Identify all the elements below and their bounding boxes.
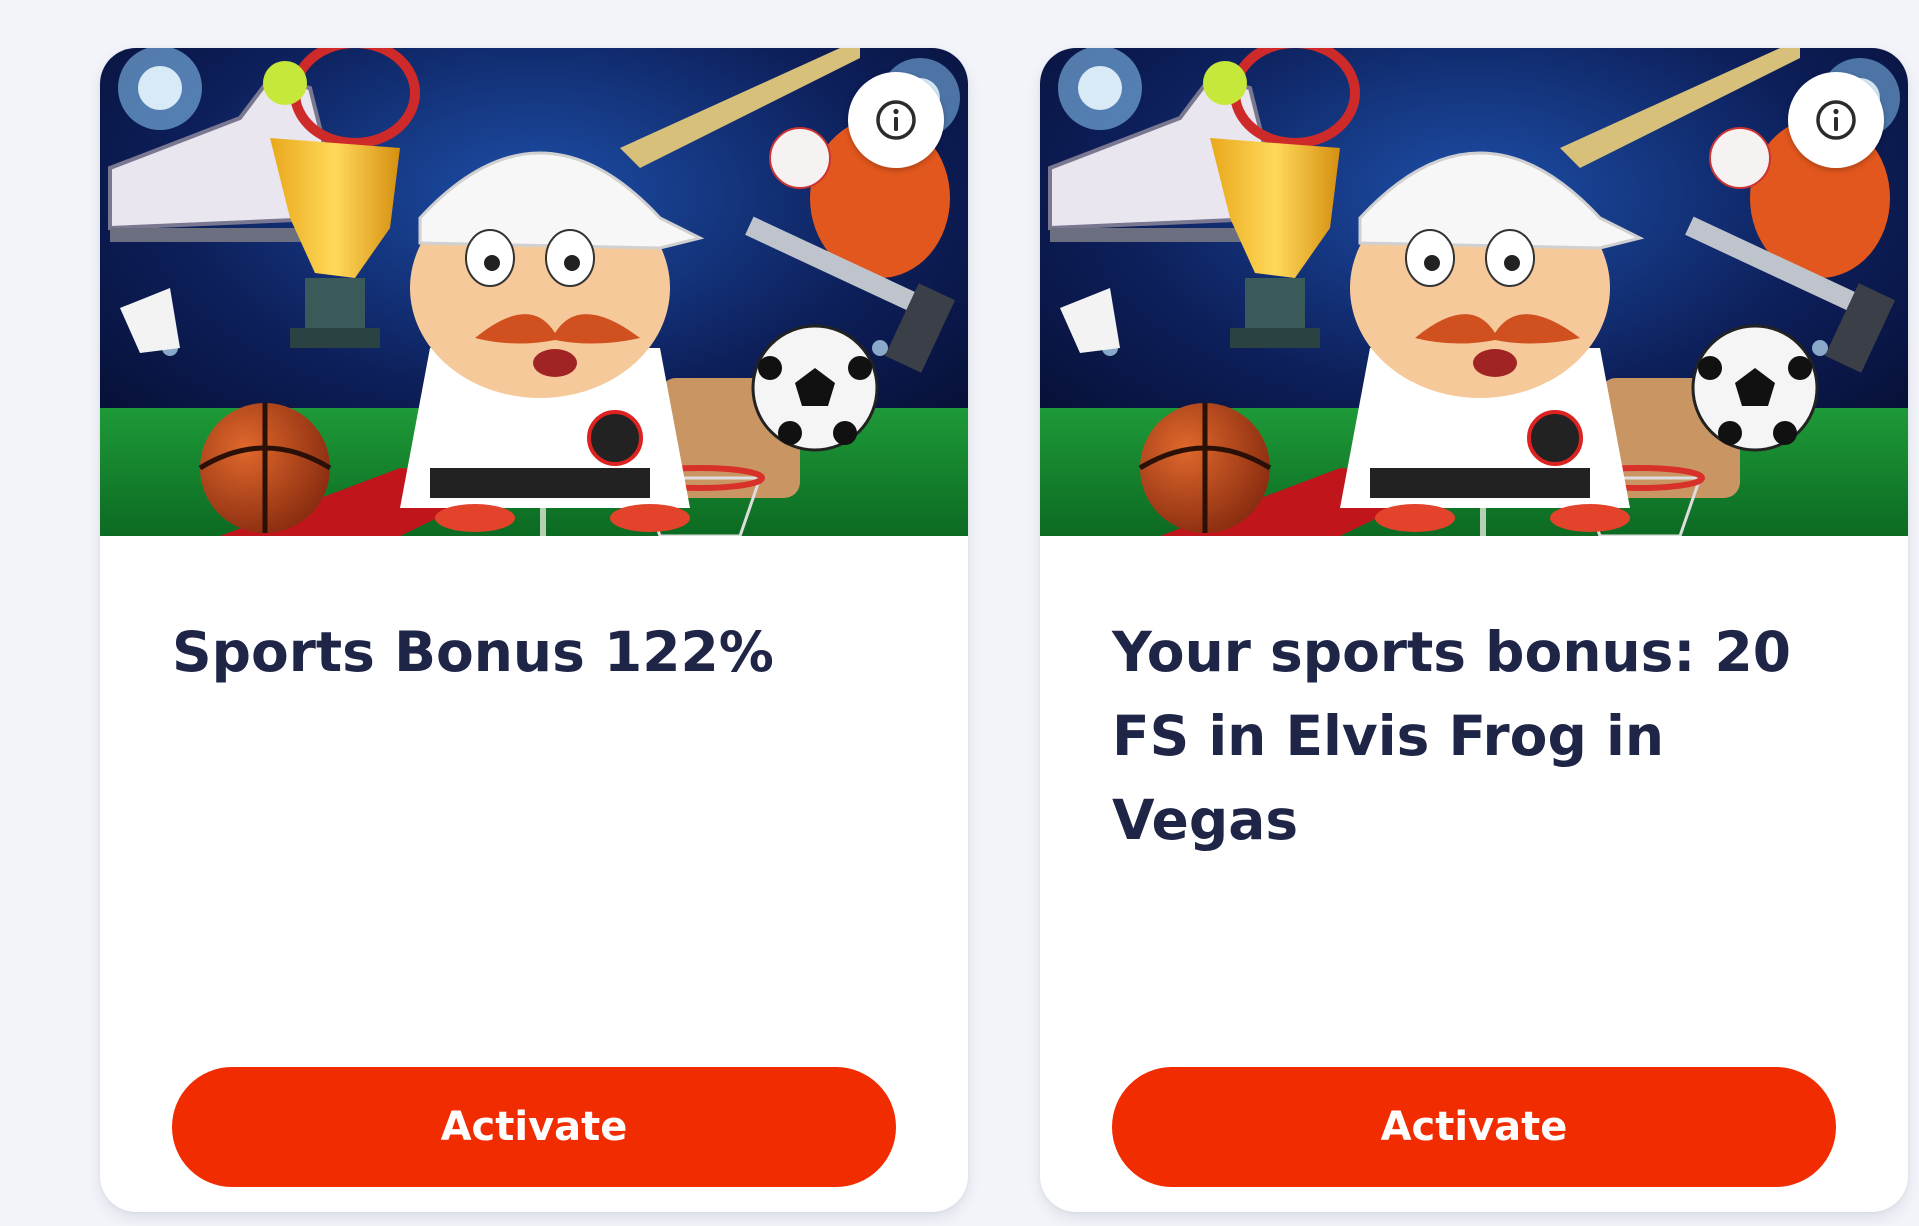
banner-image — [100, 48, 968, 536]
activate-button[interactable]: Activate — [1112, 1067, 1836, 1187]
banner-image — [1040, 48, 1908, 536]
bonus-title: Your sports bonus: 20 FS in Elvis Frog i… — [1112, 620, 1792, 852]
bonus-card: Your sports bonus: 20 FS in Elvis Frog i… — [1040, 48, 1908, 1212]
info-icon — [876, 100, 916, 140]
bonus-card: Sports Bonus 122% Activate — [100, 48, 968, 1212]
info-button[interactable] — [1788, 72, 1884, 168]
bonus-cards-list: Sports Bonus 122% Activate Your sports b… — [0, 0, 1919, 1226]
bonus-title: Sports Bonus 122% — [172, 620, 774, 684]
info-icon — [1816, 100, 1856, 140]
activate-button[interactable]: Activate — [172, 1067, 896, 1187]
info-button[interactable] — [848, 72, 944, 168]
